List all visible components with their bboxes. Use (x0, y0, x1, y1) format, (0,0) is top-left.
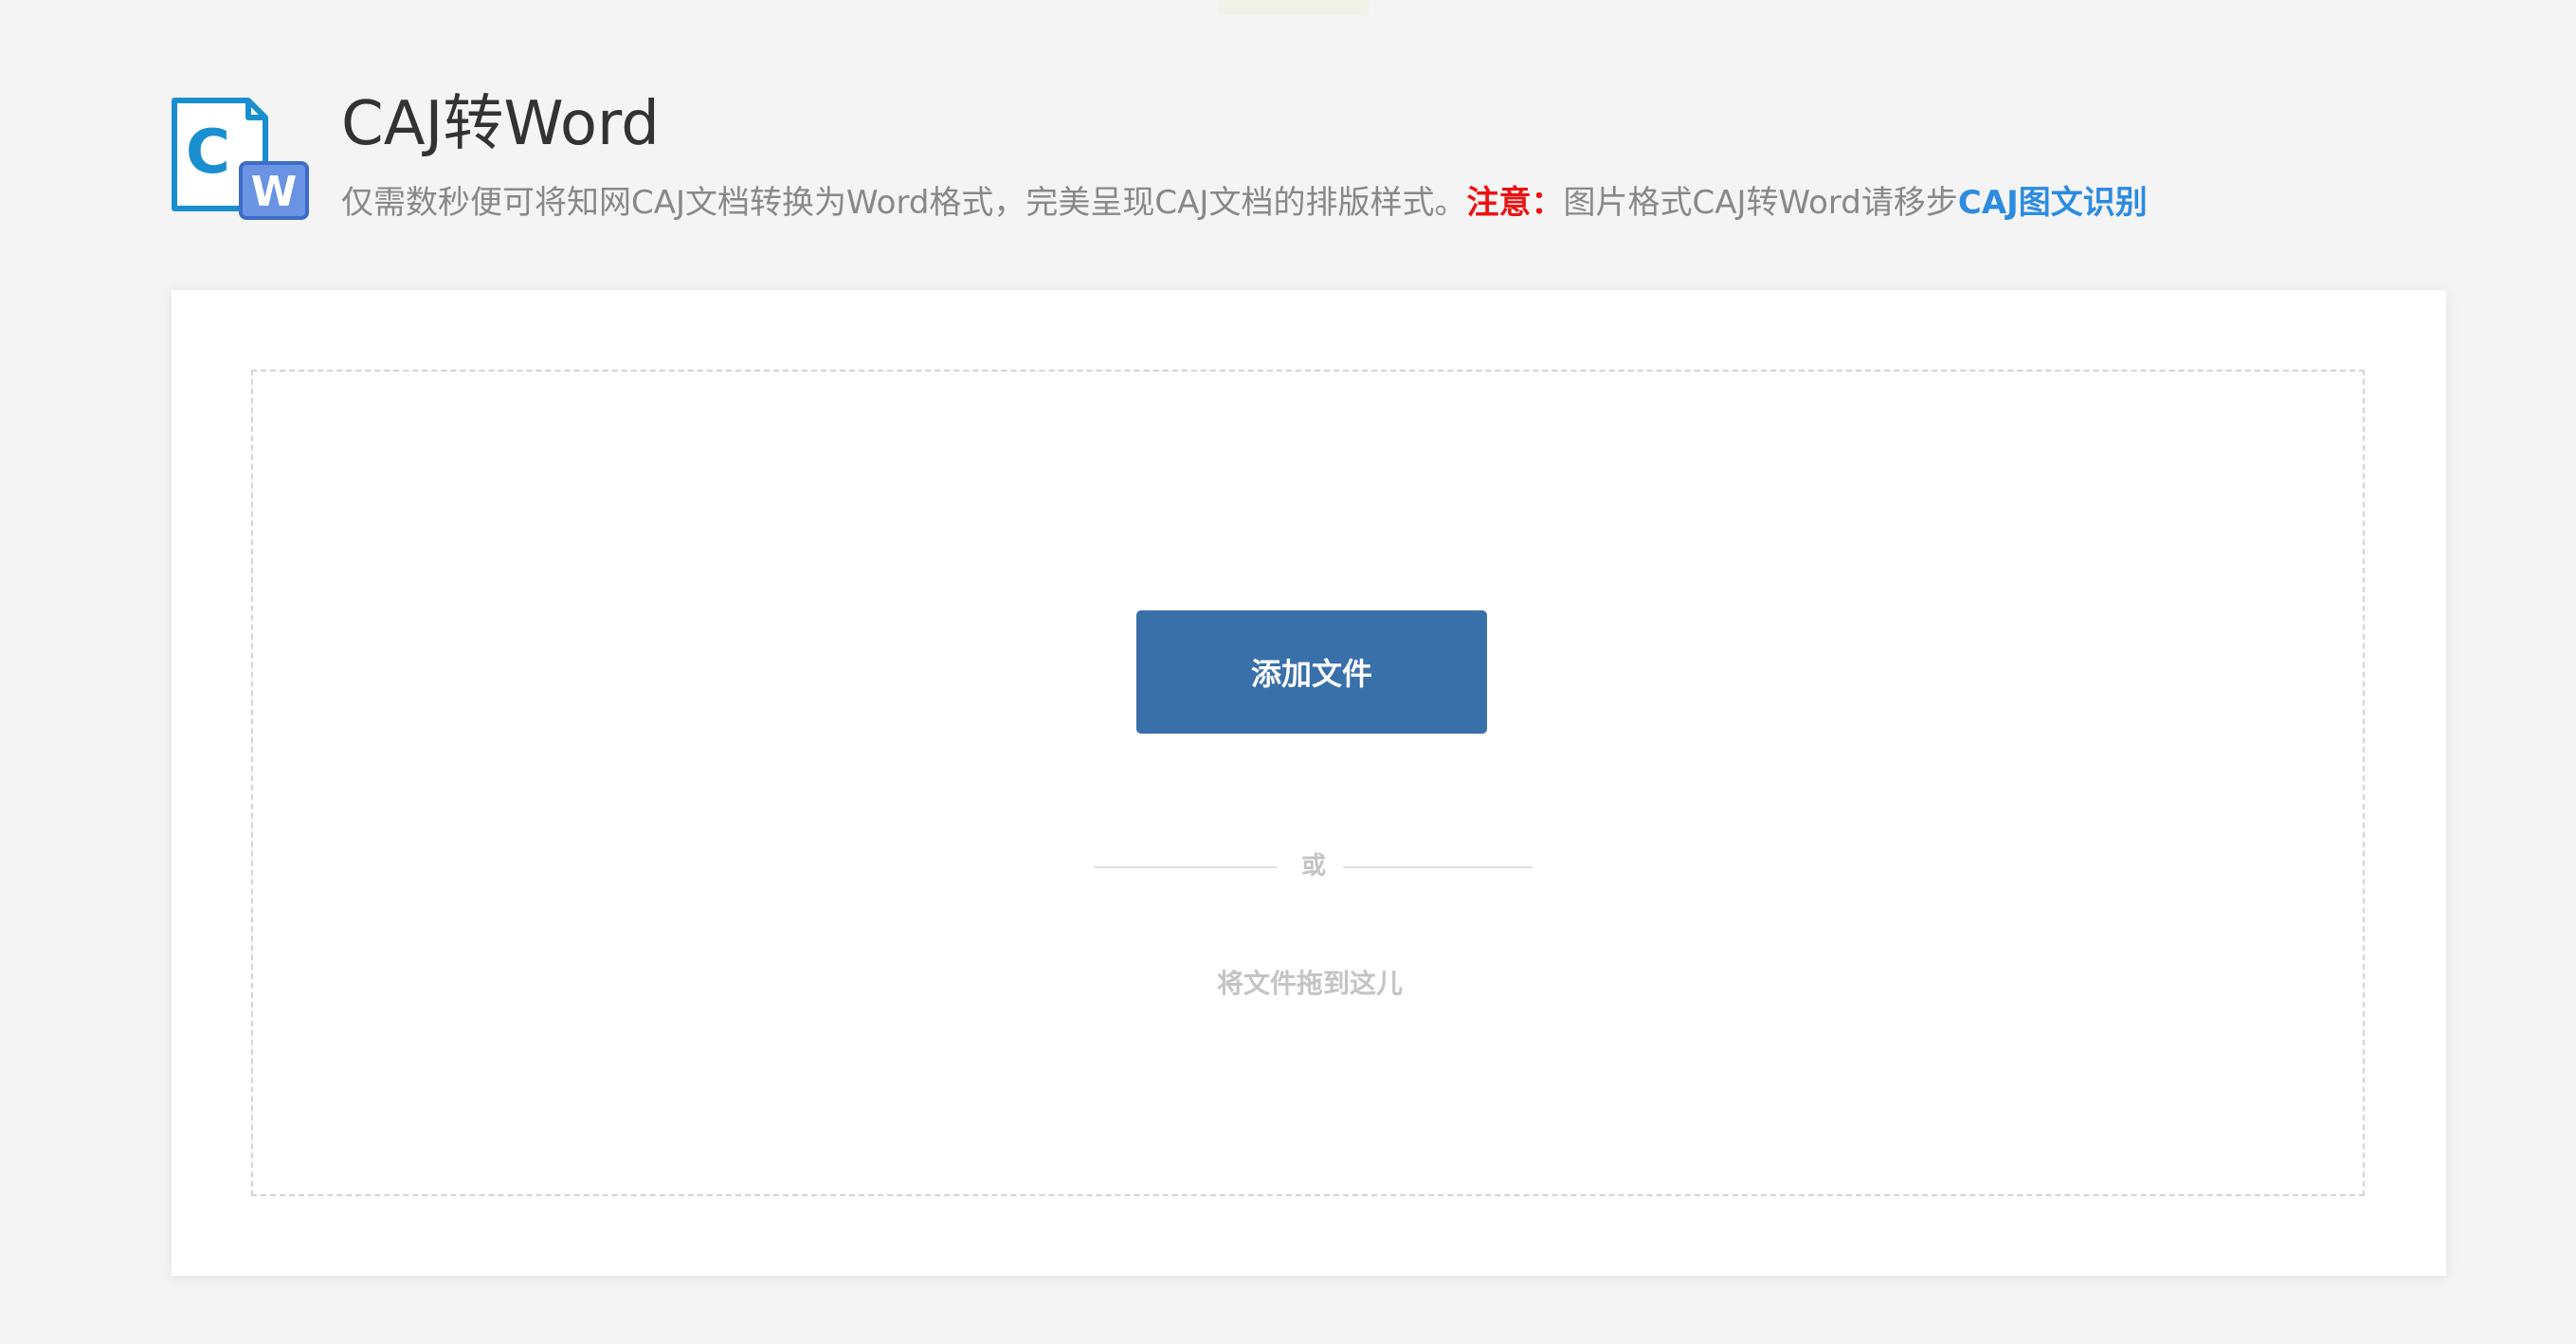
description-text: 仅需数秒便可将知网CAJ文档转换为Word格式，完美呈现CAJ文档的排版样式。 (341, 184, 1467, 222)
drop-hint-text: 将文件拖到这儿 (1216, 968, 1403, 999)
or-divider: 或 (1095, 847, 1533, 885)
caj-ocr-link[interactable]: CAJ图文识别 (1958, 184, 2148, 222)
file-dropzone[interactable]: 添加文件 或 将文件拖到这儿 (251, 370, 2365, 1196)
caj-to-word-icon: C W (171, 97, 311, 222)
page-title: CAJ转Word (341, 89, 660, 159)
top-banner-hint (1218, 0, 1370, 15)
logo-letter-c: C (186, 118, 230, 188)
note-label: 注意： (1466, 184, 1564, 222)
note-text: 图片格式CAJ转Word请移步 (1563, 184, 1958, 222)
add-file-button[interactable]: 添加文件 (1136, 610, 1487, 734)
upload-panel: 添加文件 或 将文件拖到这儿 (172, 290, 2446, 1276)
divider-line-right (1343, 866, 1533, 868)
logo-letter-w: W (251, 168, 298, 216)
page-description: 仅需数秒便可将知网CAJ文档转换为Word格式，完美呈现CAJ文档的排版样式。注… (341, 182, 2148, 224)
page-header: C W CAJ转Word 仅需数秒便可将知网CAJ文档转换为Word格式，完美呈… (171, 87, 2445, 229)
